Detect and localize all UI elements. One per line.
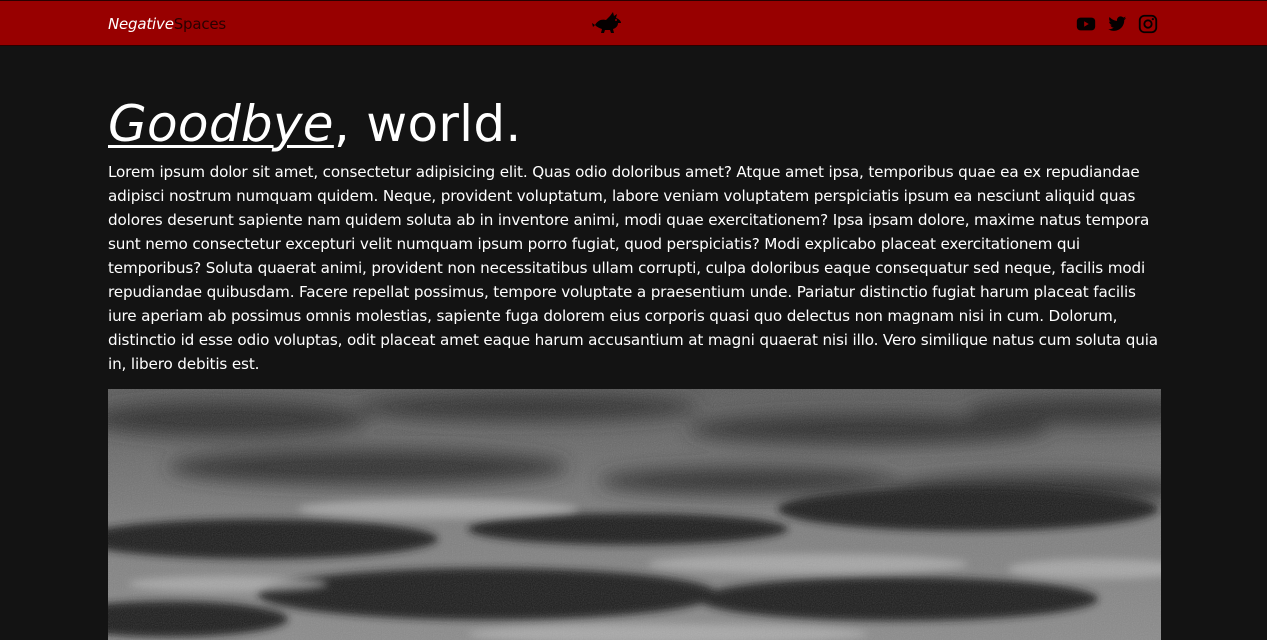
instagram-icon[interactable]	[1137, 13, 1159, 35]
grayscale-water-photo	[108, 389, 1161, 640]
logo-negative-text: Negative	[108, 15, 174, 33]
water-photo-image	[108, 389, 1161, 640]
creature-logo-icon[interactable]	[592, 10, 624, 38]
page-title: Goodbye, world.	[108, 96, 522, 152]
logo-spaces-text: Spaces	[173, 15, 227, 33]
headline-rest: , world.	[333, 95, 522, 153]
page: NegativeSpaces Goodbye, world. Lorem ips…	[0, 0, 1267, 640]
article-body-text: Lorem ipsum dolor sit amet, consectetur …	[108, 163, 1158, 373]
headline-emphasis: Goodbye	[108, 95, 334, 153]
youtube-icon[interactable]	[1075, 13, 1097, 35]
site-logo-link[interactable]: NegativeSpaces	[108, 14, 226, 34]
twitter-icon[interactable]	[1106, 13, 1128, 35]
top-navigation-bar: NegativeSpaces	[0, 0, 1267, 46]
